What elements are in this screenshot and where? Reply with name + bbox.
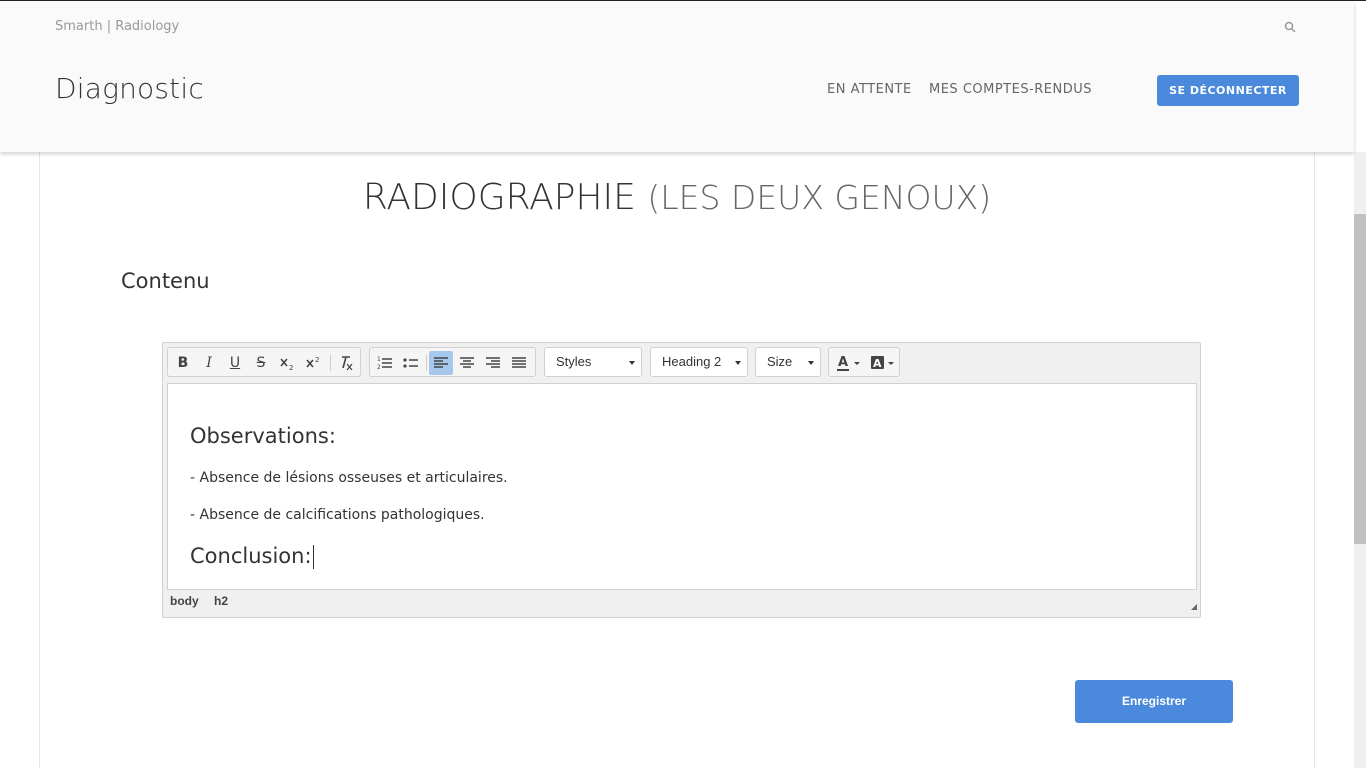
numbered-list-icon: 12 [377,356,392,371]
page-title: Diagnostic [55,72,204,105]
brand-label: Smarth | Radiology [55,19,180,34]
paragraph-group: 12 [369,347,536,377]
rich-text-editor: B I U S 2 2 12 Styles Heading 2 Size A A… [162,342,1201,618]
nav-my-reports[interactable]: MES COMPTES-RENDUS [929,82,1092,97]
format-select[interactable]: Heading 2 [650,347,748,377]
search-icon[interactable] [1284,21,1296,33]
color-group: A A [828,347,900,377]
svg-text:2: 2 [377,364,381,371]
format-group: B I U S 2 2 [167,347,361,377]
svg-text:2: 2 [315,356,319,364]
resize-handle-icon[interactable] [1191,604,1197,610]
editor-content[interactable]: Observations: - Absence de lésions osseu… [167,383,1197,590]
size-select[interactable]: Size [755,347,821,377]
element-path: body h2 [170,594,240,608]
text-color-icon: A [837,355,860,371]
bulleted-list-icon [403,358,418,368]
path-item-body[interactable]: body [170,594,199,608]
exam-title-main: RADIOGRAPHIE [362,177,636,218]
italic-button[interactable]: I [197,351,221,375]
subscript-icon: 2 [280,358,293,372]
remove-format-icon [342,356,353,371]
path-item-h2[interactable]: h2 [214,594,228,608]
align-left-icon [434,357,448,368]
exam-title: RADIOGRAPHIE (LES DEUX GENOUX) [0,177,1354,218]
top-border [0,0,1366,1]
numbered-list-button[interactable]: 12 [373,351,397,375]
editor-toolbar: B I U S 2 2 12 Styles Heading 2 Size A A [163,343,1200,383]
strikethrough-button[interactable]: S [249,351,273,375]
observation-line-1: - Absence de lésions osseuses et articul… [190,470,508,486]
nav-waiting[interactable]: EN ATTENTE [827,82,912,97]
svg-text:A: A [838,355,848,370]
chevron-down-icon [629,361,635,365]
background-color-button[interactable]: A [866,351,898,375]
align-center-icon [460,357,474,368]
svg-text:2: 2 [289,364,293,372]
toolbar-separator [426,355,427,371]
bulleted-list-button[interactable] [399,351,423,375]
scrollbar-thumb[interactable] [1354,214,1366,544]
chevron-down-icon [808,361,814,365]
remove-format-button[interactable] [334,351,358,375]
bold-button[interactable]: B [171,351,195,375]
text-color-button[interactable]: A [832,351,864,375]
observations-heading: Observations: [190,424,336,448]
save-button[interactable]: Enregistrer [1075,680,1233,723]
align-right-button[interactable] [481,351,505,375]
size-select-label: Size [767,354,793,369]
align-left-button[interactable] [429,351,453,375]
justify-button[interactable] [507,351,531,375]
svg-text:A: A [873,357,882,370]
styles-select-label: Styles [556,354,592,369]
align-center-button[interactable] [455,351,479,375]
background-color-icon: A [871,356,894,370]
superscript-button[interactable]: 2 [301,351,325,375]
conclusion-heading-text: Conclusion: [190,544,312,568]
chevron-down-icon [735,361,741,365]
superscript-icon: 2 [306,356,319,368]
observation-line-2: - Absence de calcifications pathologique… [190,507,485,523]
styles-select[interactable]: Styles [544,347,642,377]
justify-icon [512,357,526,368]
exam-title-subtitle: (LES DEUX GENOUX) [647,178,992,217]
logout-button[interactable]: SE DÉCONNECTER [1157,75,1299,106]
header: Smarth | Radiology Diagnostic EN ATTENTE… [0,1,1354,152]
format-select-label: Heading 2 [662,354,722,369]
subscript-button[interactable]: 2 [275,351,299,375]
toolbar-separator [330,355,331,371]
conclusion-heading: Conclusion: [190,544,315,569]
align-right-icon [486,357,500,368]
text-cursor [312,545,315,569]
underline-button[interactable]: U [223,351,247,375]
svg-text:1: 1 [377,356,381,363]
section-label: Contenu [121,269,210,293]
